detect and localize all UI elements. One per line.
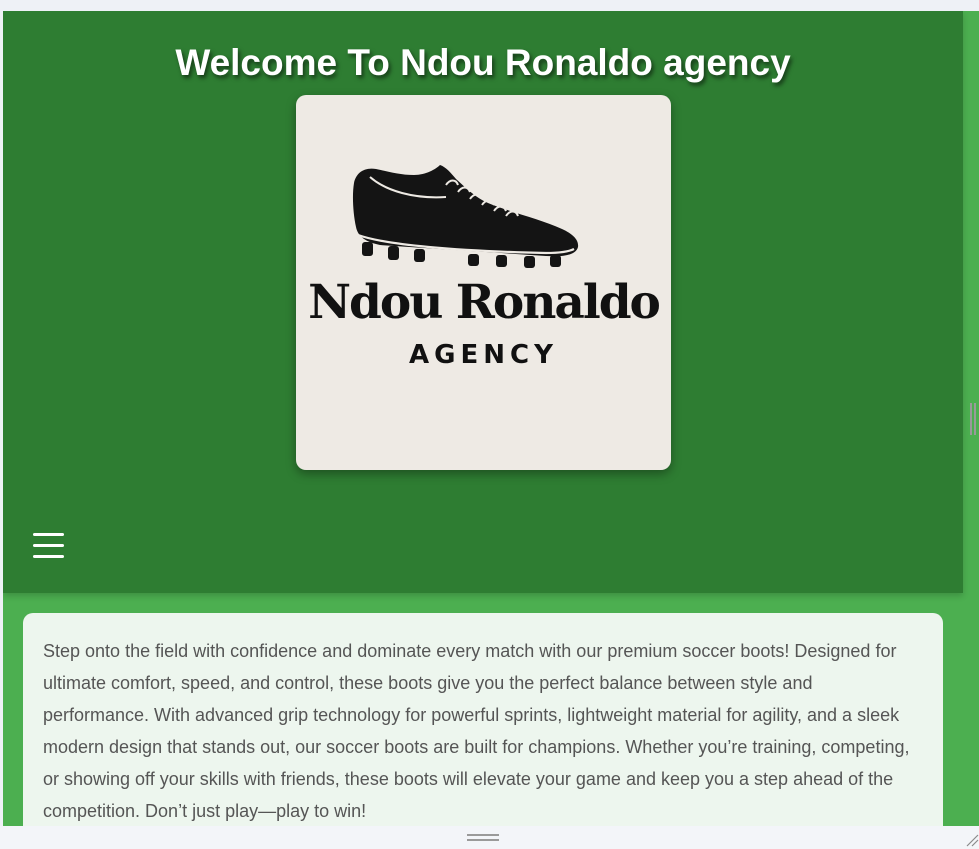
- site-header: Welcome To Ndou Ronaldo agency Ndou Rona…: [3, 11, 963, 593]
- handle-line: [970, 403, 972, 435]
- menu-bar: [33, 544, 64, 547]
- logo-subtitle: AGENCY: [409, 340, 558, 370]
- page-viewport: Welcome To Ndou Ronaldo agency Ndou Rona…: [3, 11, 979, 826]
- handle-line: [467, 834, 499, 836]
- hamburger-menu-icon[interactable]: [29, 529, 69, 563]
- soccer-boot-icon: [352, 165, 579, 268]
- menu-bar: [33, 533, 64, 536]
- vertical-resize-handle[interactable]: [970, 403, 977, 435]
- description-text: Step onto the field with confidence and …: [43, 641, 910, 821]
- agency-logo: Ndou Ronaldo AGENCY: [296, 95, 671, 470]
- horizontal-resize-handle[interactable]: [467, 834, 499, 842]
- handle-line: [467, 839, 499, 841]
- corner-resize-grip-icon[interactable]: [965, 833, 979, 847]
- window-top-edge: [0, 0, 979, 11]
- menu-bar: [33, 555, 64, 558]
- description-card: Step onto the field with confidence and …: [23, 613, 943, 826]
- handle-line: [974, 403, 976, 435]
- logo-name: Ndou Ronaldo: [308, 275, 661, 330]
- page-title: Welcome To Ndou Ronaldo agency: [175, 42, 791, 83]
